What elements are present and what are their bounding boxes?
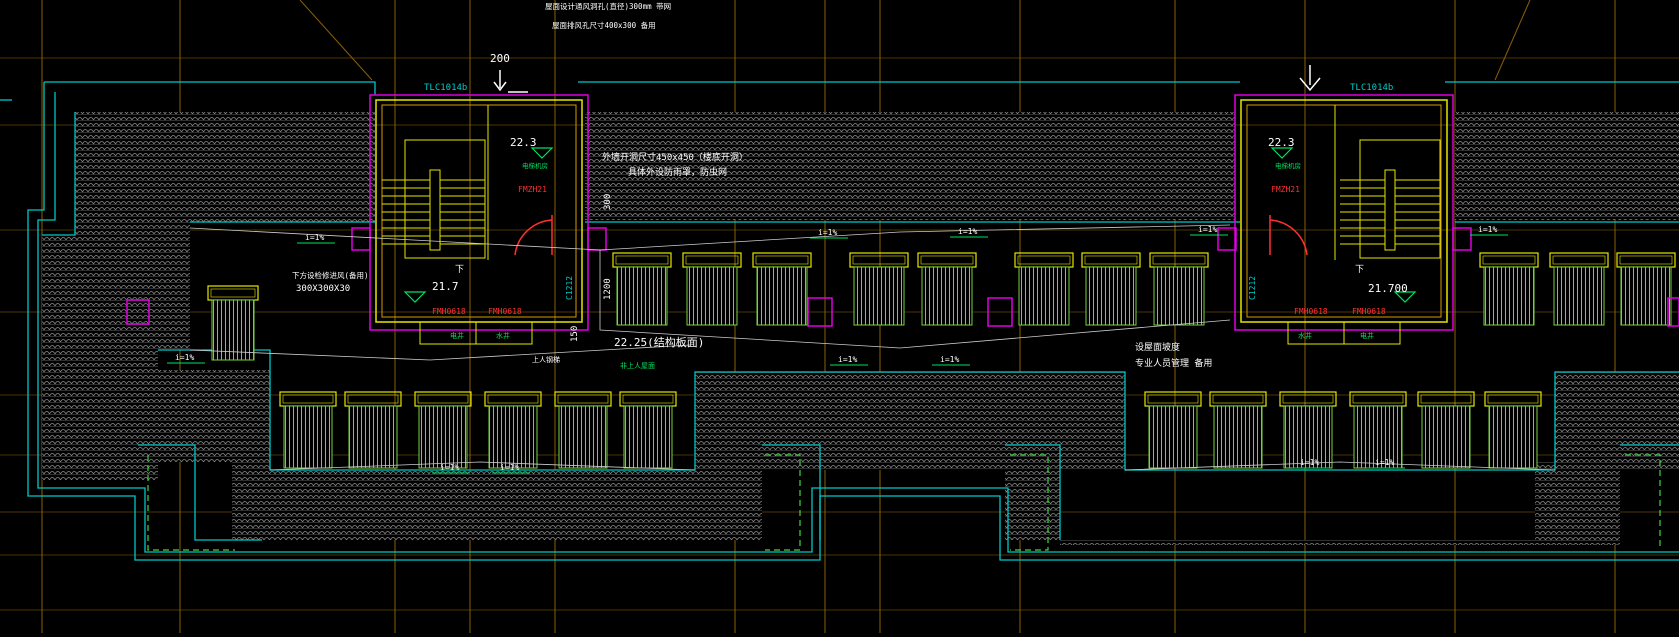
slope-label: i=1%: [1478, 225, 1497, 234]
level-stair-right: 21.700: [1368, 282, 1408, 295]
equipment-unit: [554, 391, 612, 469]
equipment-unit: [207, 285, 259, 361]
drawing-canvas: 屋面设计通风洞孔(直径)300mm 带网 屋面排风孔尺寸400x300 备用 2…: [0, 0, 1679, 633]
room-b-right: 电井: [1360, 331, 1374, 340]
door-top-left: FMZH21: [518, 185, 547, 194]
room-a-left: 电井: [450, 331, 464, 340]
equipment-unit: [612, 252, 672, 326]
equipment-unit: [1479, 252, 1539, 326]
door-bottom-right-a: FMH0618: [1294, 307, 1328, 316]
window-label-right: TLC1014b: [1350, 83, 1393, 93]
slope-label: i=1%: [958, 227, 977, 236]
equipment-unit: [1484, 391, 1542, 469]
slope-label: i=1%: [1198, 225, 1217, 234]
slope-label: i=1%: [175, 353, 194, 362]
note-right-2: 专业人员管理 备用: [1135, 357, 1212, 369]
top-note-2: 屋面排风孔尺寸400x300 备用: [552, 20, 656, 30]
slope-label: i=1%: [1375, 458, 1394, 467]
ladder-note: 上人钢梯: [532, 355, 560, 364]
dim-1200: 1200: [603, 278, 613, 300]
level-stair-left: 21.7: [432, 280, 459, 293]
door-bottom-left-a: FMH0618: [432, 307, 466, 316]
equipment-unit: [1417, 391, 1475, 469]
ladder-sub: 非上人屋面: [620, 361, 655, 370]
equipment-unit: [752, 252, 812, 326]
equipment-unit: [1144, 391, 1202, 469]
equipment-unit: [619, 391, 677, 469]
door-bottom-right-b: FMH0618: [1352, 307, 1386, 316]
equipment-unit: [1279, 391, 1337, 469]
equipment-unit: [1209, 391, 1267, 469]
slope-label: i=1%: [440, 463, 459, 472]
equipment-unit: [344, 391, 402, 469]
equipment-unit: [484, 391, 542, 469]
dim-150: 150: [570, 326, 580, 342]
room-b-left: 水井: [496, 331, 510, 340]
note-vent-2: 300X300X30: [296, 284, 350, 294]
room-small-left: 电梯机房: [522, 161, 548, 170]
stair-dn-left: 下: [455, 265, 464, 275]
equipment-unit: [1349, 391, 1407, 469]
equipment-unit: [917, 252, 977, 326]
col-right: C1212: [1248, 276, 1257, 300]
note-vent-1: 下方设检修进风(备用): [292, 270, 369, 280]
col-left: C1212: [565, 276, 574, 300]
room-a-right: 水井: [1298, 331, 1312, 340]
level-left-room: 22.3: [510, 136, 537, 149]
slope-label: i=1%: [838, 355, 857, 364]
window-label-left: TLC1014b: [424, 83, 467, 93]
top-note-1: 屋面设计通风洞孔(直径)300mm 带网: [545, 1, 671, 11]
equipment-unit: [279, 391, 337, 469]
door-top-right: FMZH21: [1271, 185, 1300, 194]
note-louver-1: 外墙开洞尺寸450x450（楼底开洞）: [602, 151, 748, 163]
equipment-unit: [682, 252, 742, 326]
stair-dn-right: 下: [1355, 265, 1364, 275]
slope-label: i=1%: [1300, 458, 1319, 467]
slope-label: i=1%: [940, 355, 959, 364]
roof-tile-areas: [42, 112, 1679, 545]
arrow-down-icon: [493, 65, 1321, 93]
note-right-1: 设屋面坡度: [1135, 341, 1180, 353]
equipment-unit: [849, 252, 909, 326]
slope-label: i=1%: [500, 463, 519, 472]
equipment-unit: [1081, 252, 1141, 326]
note-louver-2: 具体外设防雨罩，防虫网: [628, 166, 727, 178]
door-bottom-left-b: FMH0618: [488, 307, 522, 316]
equipment-unit: [1549, 252, 1609, 326]
equipment-unit: [414, 391, 472, 469]
room-small-right: 电梯机房: [1275, 161, 1301, 170]
level-right-room: 22.3: [1268, 136, 1295, 149]
dim-200: 200: [490, 52, 510, 65]
equipment-unit: [1616, 252, 1676, 326]
equipment-unit: [1014, 252, 1074, 326]
slope-label: i=1%: [305, 233, 324, 242]
dim-300: 300: [603, 194, 613, 210]
level-roof: 22.25(结构板面): [614, 335, 704, 349]
equipment-unit: [1149, 252, 1209, 326]
cad-roof-plan: 屋面设计通风洞孔(直径)300mm 带网 屋面排风孔尺寸400x300 备用 2…: [0, 0, 1679, 633]
slope-label: i=1%: [818, 228, 837, 237]
